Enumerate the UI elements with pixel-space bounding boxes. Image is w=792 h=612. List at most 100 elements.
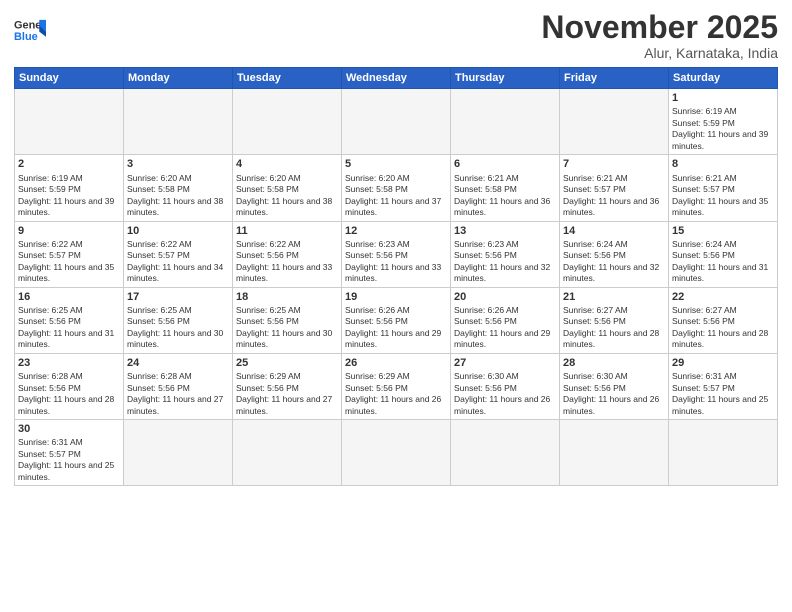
day-info: Sunrise: 6:30 AMSunset: 5:56 PMDaylight:… (563, 371, 665, 417)
day-info: Sunrise: 6:20 AMSunset: 5:58 PMDaylight:… (127, 173, 229, 219)
day-number: 16 (18, 290, 120, 304)
day-number: 10 (127, 224, 229, 238)
table-row: 21Sunrise: 6:27 AMSunset: 5:56 PMDayligh… (560, 287, 669, 353)
day-info: Sunrise: 6:26 AMSunset: 5:56 PMDaylight:… (454, 305, 556, 351)
table-row (124, 89, 233, 155)
day-info: Sunrise: 6:20 AMSunset: 5:58 PMDaylight:… (236, 173, 338, 219)
table-row: 1Sunrise: 6:19 AMSunset: 5:59 PMDaylight… (669, 89, 778, 155)
table-row (560, 89, 669, 155)
day-number: 15 (672, 224, 774, 238)
table-row: 4Sunrise: 6:20 AMSunset: 5:58 PMDaylight… (233, 155, 342, 221)
day-number: 6 (454, 157, 556, 171)
table-row: 11Sunrise: 6:22 AMSunset: 5:56 PMDayligh… (233, 221, 342, 287)
day-number: 23 (18, 356, 120, 370)
table-row: 18Sunrise: 6:25 AMSunset: 5:56 PMDayligh… (233, 287, 342, 353)
table-row (451, 89, 560, 155)
day-number: 27 (454, 356, 556, 370)
day-number: 22 (672, 290, 774, 304)
calendar-week-row: 23Sunrise: 6:28 AMSunset: 5:56 PMDayligh… (15, 353, 778, 419)
table-row (233, 89, 342, 155)
table-row: 28Sunrise: 6:30 AMSunset: 5:56 PMDayligh… (560, 353, 669, 419)
header-thursday: Thursday (451, 68, 560, 89)
day-number: 13 (454, 224, 556, 238)
day-info: Sunrise: 6:24 AMSunset: 5:56 PMDaylight:… (672, 239, 774, 285)
day-info: Sunrise: 6:21 AMSunset: 5:58 PMDaylight:… (454, 173, 556, 219)
day-info: Sunrise: 6:22 AMSunset: 5:57 PMDaylight:… (18, 239, 120, 285)
calendar-week-row: 1Sunrise: 6:19 AMSunset: 5:59 PMDaylight… (15, 89, 778, 155)
day-number: 20 (454, 290, 556, 304)
table-row: 6 Sunrise: 6:21 AMSunset: 5:58 PMDaylight… (451, 155, 560, 221)
day-info: Sunrise: 6:26 AMSunset: 5:56 PMDaylight:… (345, 305, 447, 351)
weekday-header-row: Sunday Monday Tuesday Wednesday Thursday… (15, 68, 778, 89)
day-info: Sunrise: 6:28 AMSunset: 5:56 PMDaylight:… (18, 371, 120, 417)
table-row (15, 89, 124, 155)
table-row: 19Sunrise: 6:26 AMSunset: 5:56 PMDayligh… (342, 287, 451, 353)
table-row: 17Sunrise: 6:25 AMSunset: 5:56 PMDayligh… (124, 287, 233, 353)
day-number: 14 (563, 224, 665, 238)
day-number: 21 (563, 290, 665, 304)
location-subtitle: Alur, Karnataka, India (541, 45, 778, 61)
day-info: Sunrise: 6:23 AMSunset: 5:56 PMDaylight:… (454, 239, 556, 285)
table-row: 24Sunrise: 6:28 AMSunset: 5:56 PMDayligh… (124, 353, 233, 419)
day-info: Sunrise: 6:29 AMSunset: 5:56 PMDaylight:… (236, 371, 338, 417)
day-number: 17 (127, 290, 229, 304)
day-info: Sunrise: 6:28 AMSunset: 5:56 PMDaylight:… (127, 371, 229, 417)
day-info: Sunrise: 6:27 AMSunset: 5:56 PMDaylight:… (563, 305, 665, 351)
header-friday: Friday (560, 68, 669, 89)
table-row: 13Sunrise: 6:23 AMSunset: 5:56 PMDayligh… (451, 221, 560, 287)
header-wednesday: Wednesday (342, 68, 451, 89)
day-info: Sunrise: 6:21 AMSunset: 5:57 PMDaylight:… (563, 173, 665, 219)
day-info: Sunrise: 6:25 AMSunset: 5:56 PMDaylight:… (127, 305, 229, 351)
table-row: 25Sunrise: 6:29 AMSunset: 5:56 PMDayligh… (233, 353, 342, 419)
table-row: 9Sunrise: 6:22 AMSunset: 5:57 PMDaylight… (15, 221, 124, 287)
day-number: 19 (345, 290, 447, 304)
table-row: 12Sunrise: 6:23 AMSunset: 5:56 PMDayligh… (342, 221, 451, 287)
header-sunday: Sunday (15, 68, 124, 89)
day-number: 2 (18, 157, 120, 171)
table-row (124, 420, 233, 486)
table-row (342, 420, 451, 486)
svg-text:Blue: Blue (14, 31, 38, 43)
table-row: 15Sunrise: 6:24 AMSunset: 5:56 PMDayligh… (669, 221, 778, 287)
table-row: 26Sunrise: 6:29 AMSunset: 5:56 PMDayligh… (342, 353, 451, 419)
table-row: 23Sunrise: 6:28 AMSunset: 5:56 PMDayligh… (15, 353, 124, 419)
day-info: Sunrise: 6:24 AMSunset: 5:56 PMDaylight:… (563, 239, 665, 285)
day-number: 1 (672, 91, 774, 105)
day-number: 9 (18, 224, 120, 238)
day-info: Sunrise: 6:20 AMSunset: 5:58 PMDaylight:… (345, 173, 447, 219)
table-row (560, 420, 669, 486)
table-row: 2Sunrise: 6:19 AMSunset: 5:59 PMDaylight… (15, 155, 124, 221)
table-row (233, 420, 342, 486)
day-number: 11 (236, 224, 338, 238)
day-info: Sunrise: 6:31 AMSunset: 5:57 PMDaylight:… (18, 437, 120, 483)
header-tuesday: Tuesday (233, 68, 342, 89)
day-info: Sunrise: 6:25 AMSunset: 5:56 PMDaylight:… (18, 305, 120, 351)
day-number: 8 (672, 157, 774, 171)
day-number: 5 (345, 157, 447, 171)
table-row: 22Sunrise: 6:27 AMSunset: 5:56 PMDayligh… (669, 287, 778, 353)
logo-icon: General Blue (14, 16, 46, 44)
day-info: Sunrise: 6:22 AMSunset: 5:57 PMDaylight:… (127, 239, 229, 285)
day-number: 28 (563, 356, 665, 370)
table-row: 29Sunrise: 6:31 AMSunset: 5:57 PMDayligh… (669, 353, 778, 419)
table-row: 16Sunrise: 6:25 AMSunset: 5:56 PMDayligh… (15, 287, 124, 353)
calendar-week-row: 9Sunrise: 6:22 AMSunset: 5:57 PMDaylight… (15, 221, 778, 287)
day-number: 26 (345, 356, 447, 370)
header-saturday: Saturday (669, 68, 778, 89)
header-monday: Monday (124, 68, 233, 89)
day-number: 25 (236, 356, 338, 370)
logo: General Blue (14, 16, 46, 44)
day-info: Sunrise: 6:23 AMSunset: 5:56 PMDaylight:… (345, 239, 447, 285)
calendar-week-row: 16Sunrise: 6:25 AMSunset: 5:56 PMDayligh… (15, 287, 778, 353)
table-row: 8 Sunrise: 6:21 AMSunset: 5:57 PMDaylight… (669, 155, 778, 221)
day-info: Sunrise: 6:30 AMSunset: 5:56 PMDaylight:… (454, 371, 556, 417)
day-info: Sunrise: 6:25 AMSunset: 5:56 PMDaylight:… (236, 305, 338, 351)
day-info: Sunrise: 6:31 AMSunset: 5:57 PMDaylight:… (672, 371, 774, 417)
day-info: Sunrise: 6:27 AMSunset: 5:56 PMDaylight:… (672, 305, 774, 351)
calendar-table: Sunday Monday Tuesday Wednesday Thursday… (14, 67, 778, 486)
table-row: 3Sunrise: 6:20 AMSunset: 5:58 PMDaylight… (124, 155, 233, 221)
title-block: November 2025 Alur, Karnataka, India (541, 10, 778, 61)
table-row (669, 420, 778, 486)
table-row: 30Sunrise: 6:31 AMSunset: 5:57 PMDayligh… (15, 420, 124, 486)
day-info: Sunrise: 6:21 AMSunset: 5:57 PMDaylight:… (672, 173, 774, 219)
